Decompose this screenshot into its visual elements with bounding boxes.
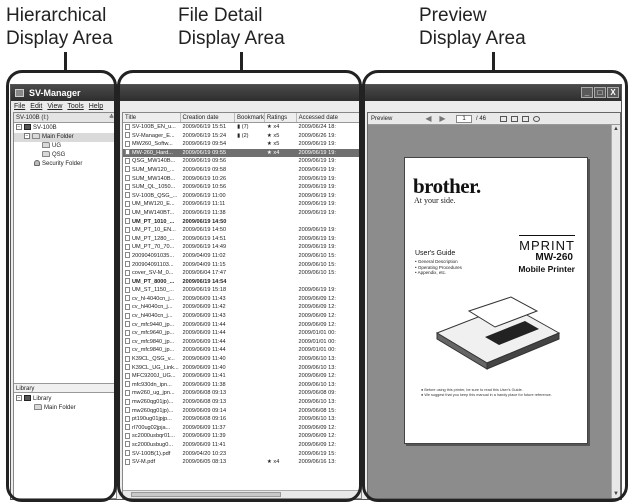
bracket-hierarchical xyxy=(6,70,117,502)
callout-preview-line2: Display Area xyxy=(419,28,526,49)
callout-preview: Preview Display Area xyxy=(419,4,526,50)
bracket-file-detail xyxy=(117,70,362,502)
callout-pointer-file-detail xyxy=(240,52,243,70)
callout-file-detail: File Detail Display Area xyxy=(178,4,285,50)
callout-hierarchical-line1: Hierarchical xyxy=(6,5,107,26)
bracket-preview xyxy=(362,70,628,502)
callout-preview-line1: Preview xyxy=(419,5,487,26)
callout-hierarchical-line2: Display Area xyxy=(6,28,113,49)
callout-pointer-hierarchical xyxy=(64,52,67,70)
callout-pointer-preview xyxy=(492,52,495,70)
callout-file-detail-line1: File Detail xyxy=(178,5,263,26)
callout-hierarchical: Hierarchical Display Area xyxy=(6,4,113,50)
callout-file-detail-line2: Display Area xyxy=(178,28,285,49)
